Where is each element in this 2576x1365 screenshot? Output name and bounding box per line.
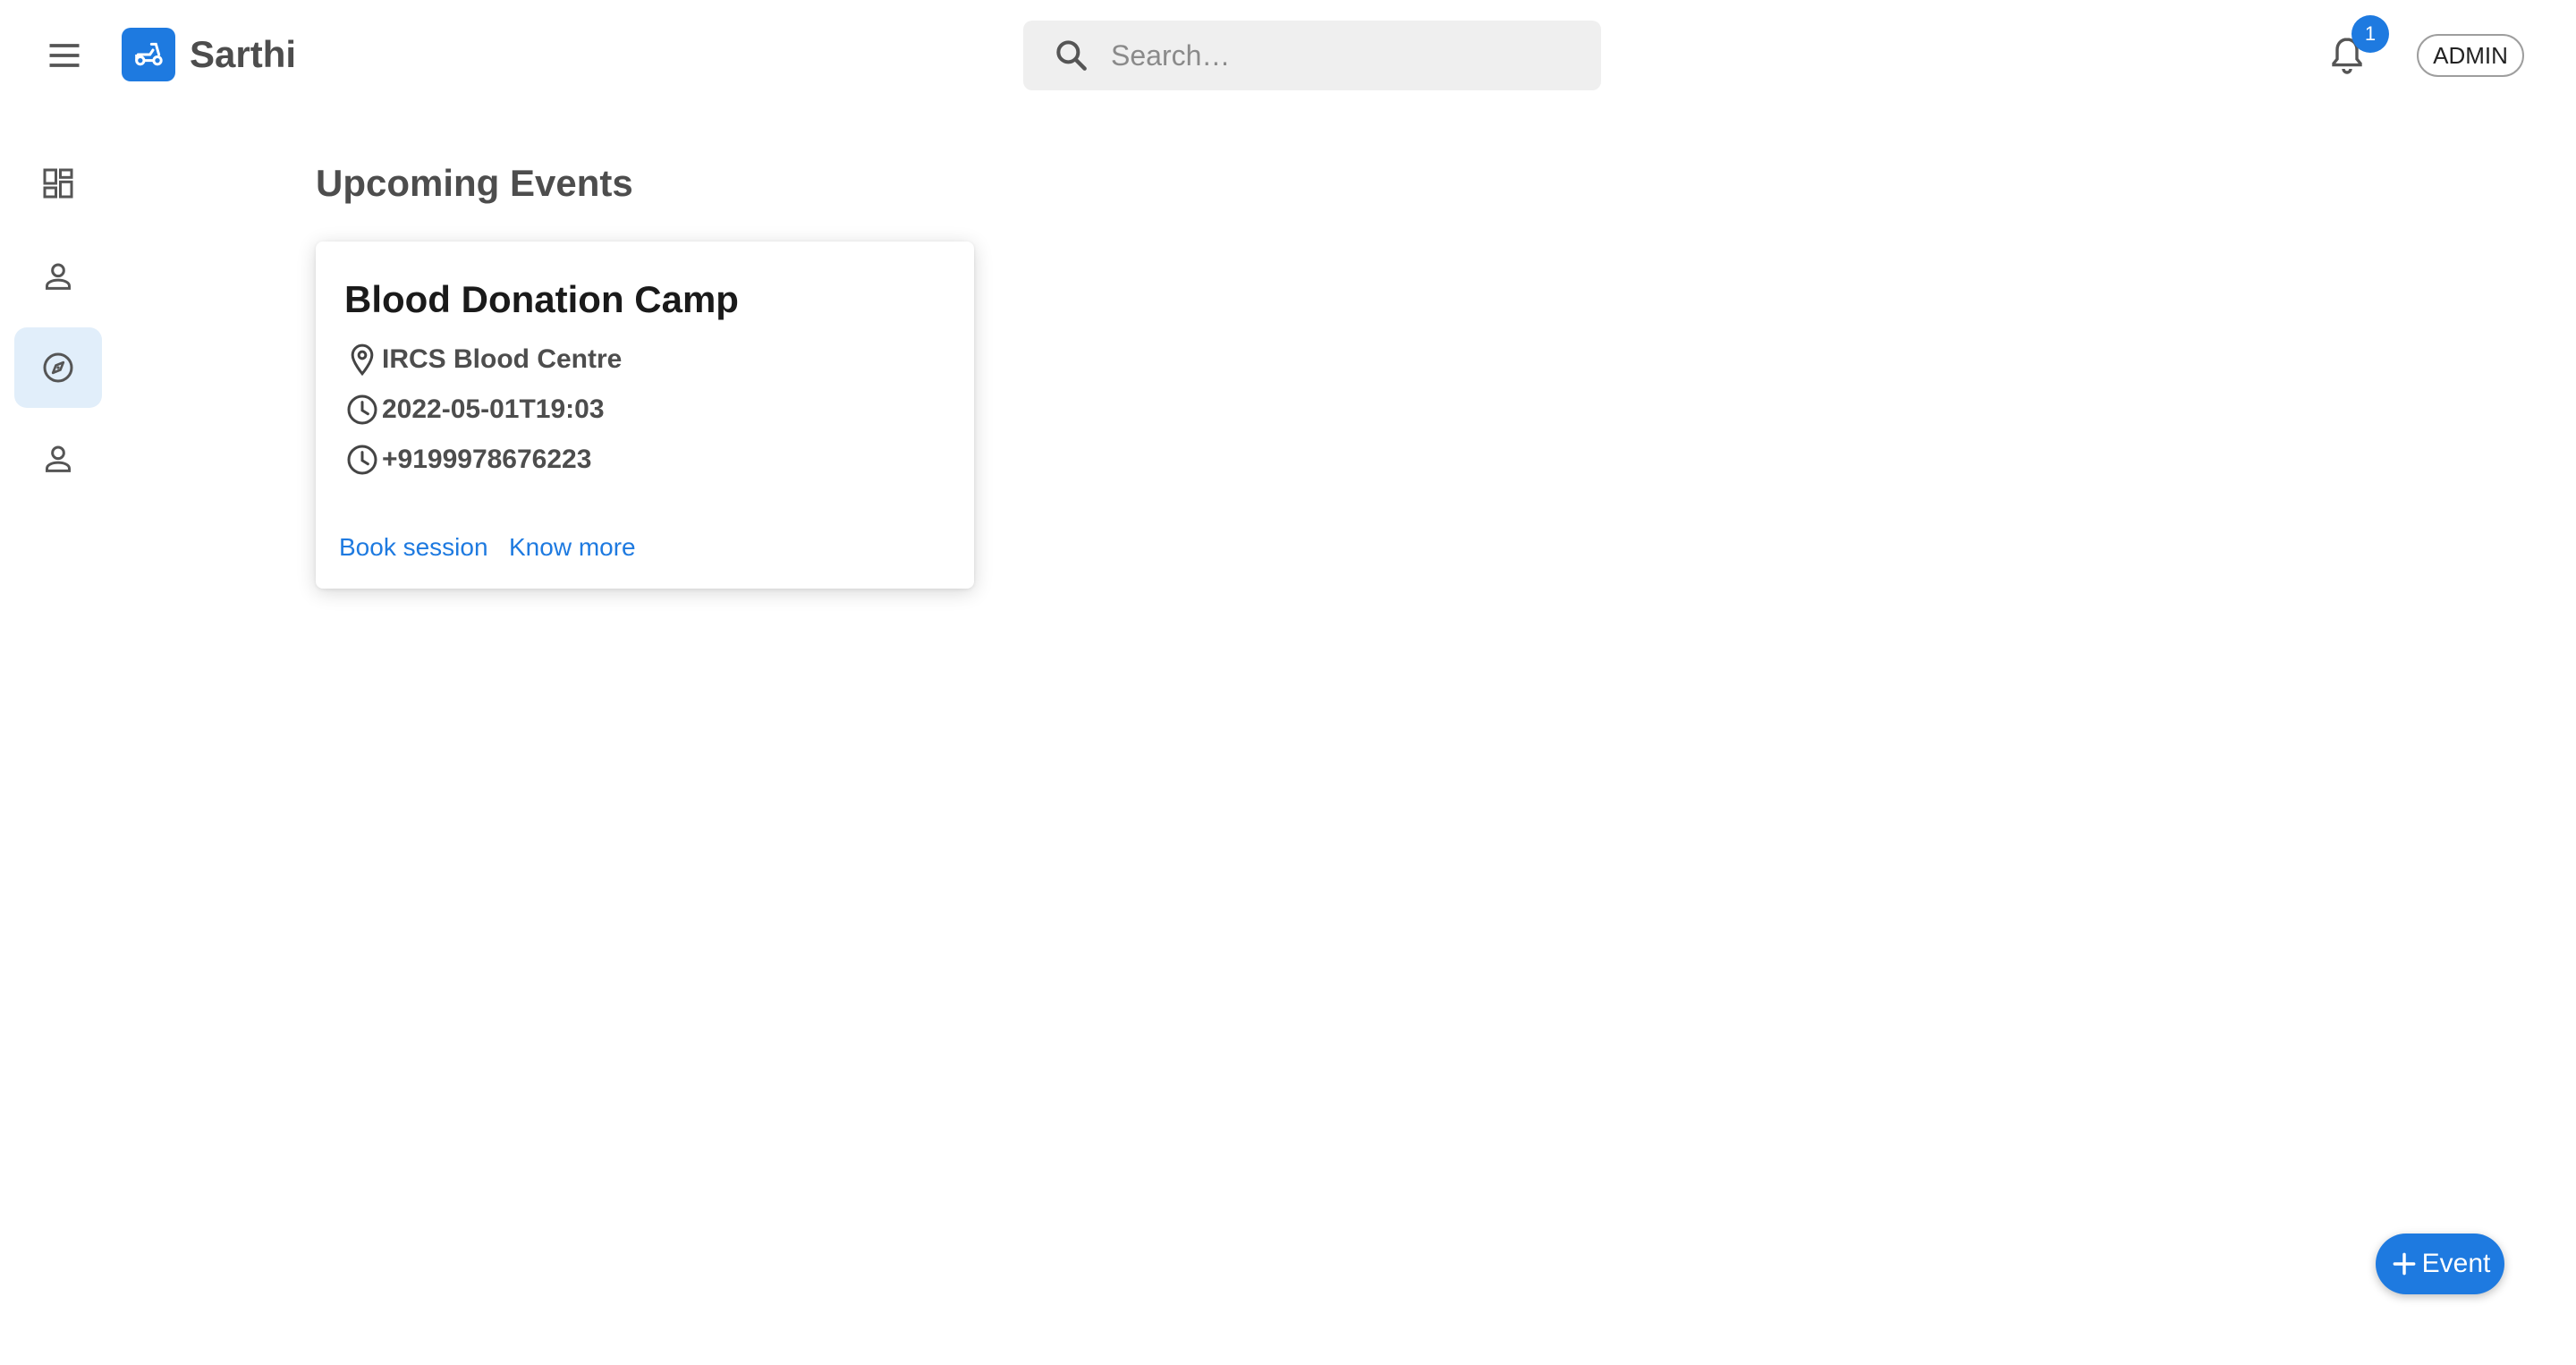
event-location-row: IRCS Blood Centre [344, 342, 622, 377]
clock-icon [347, 445, 377, 475]
role-chip[interactable]: ADMIN [2417, 34, 2524, 77]
person-icon [46, 263, 71, 290]
dashboard-icon [43, 168, 73, 199]
event-title: Blood Donation Camp [344, 278, 739, 320]
search-input[interactable] [1111, 38, 1594, 72]
sidebar-item-profile[interactable] [14, 236, 102, 317]
add-event-button[interactable]: Event [2376, 1234, 2504, 1294]
scooter-icon [135, 42, 163, 66]
location-pin-icon [351, 343, 374, 377]
explore-icon [43, 352, 73, 383]
search-bar[interactable] [1023, 21, 1601, 90]
sidebar-item-dashboard[interactable] [14, 143, 102, 224]
notification-badge: 1 [2351, 15, 2389, 53]
know-more-button[interactable]: Know more [509, 531, 636, 564]
search-icon [1056, 40, 1087, 71]
book-session-button[interactable]: Book session [339, 531, 488, 564]
clock-icon [347, 394, 377, 425]
app-logo [122, 28, 175, 81]
sidebar-item-explore[interactable] [14, 327, 102, 408]
app-root: Sarthi 1 ADMIN [0, 0, 2576, 1365]
sidebar-item-users[interactable] [14, 419, 102, 499]
event-phone: +9199978676223 [382, 445, 592, 474]
event-location: IRCS Blood Centre [382, 344, 623, 374]
menu-button[interactable] [36, 34, 93, 77]
app-name: Sarthi [190, 33, 297, 75]
event-datetime: 2022-05-01T19:03 [382, 394, 605, 424]
person-icon [46, 445, 71, 472]
event-datetime-row: 2022-05-01T19:03 [344, 392, 605, 428]
hamburger-menu-icon [49, 44, 80, 67]
event-phone-row: +9199978676223 [344, 442, 591, 478]
add-event-label: Event [2421, 1249, 2491, 1278]
event-card: Blood Donation Camp IRCS Blood Centre 20… [316, 242, 974, 589]
page-title: Upcoming Events [316, 162, 633, 204]
plus-icon [2393, 1252, 2416, 1276]
